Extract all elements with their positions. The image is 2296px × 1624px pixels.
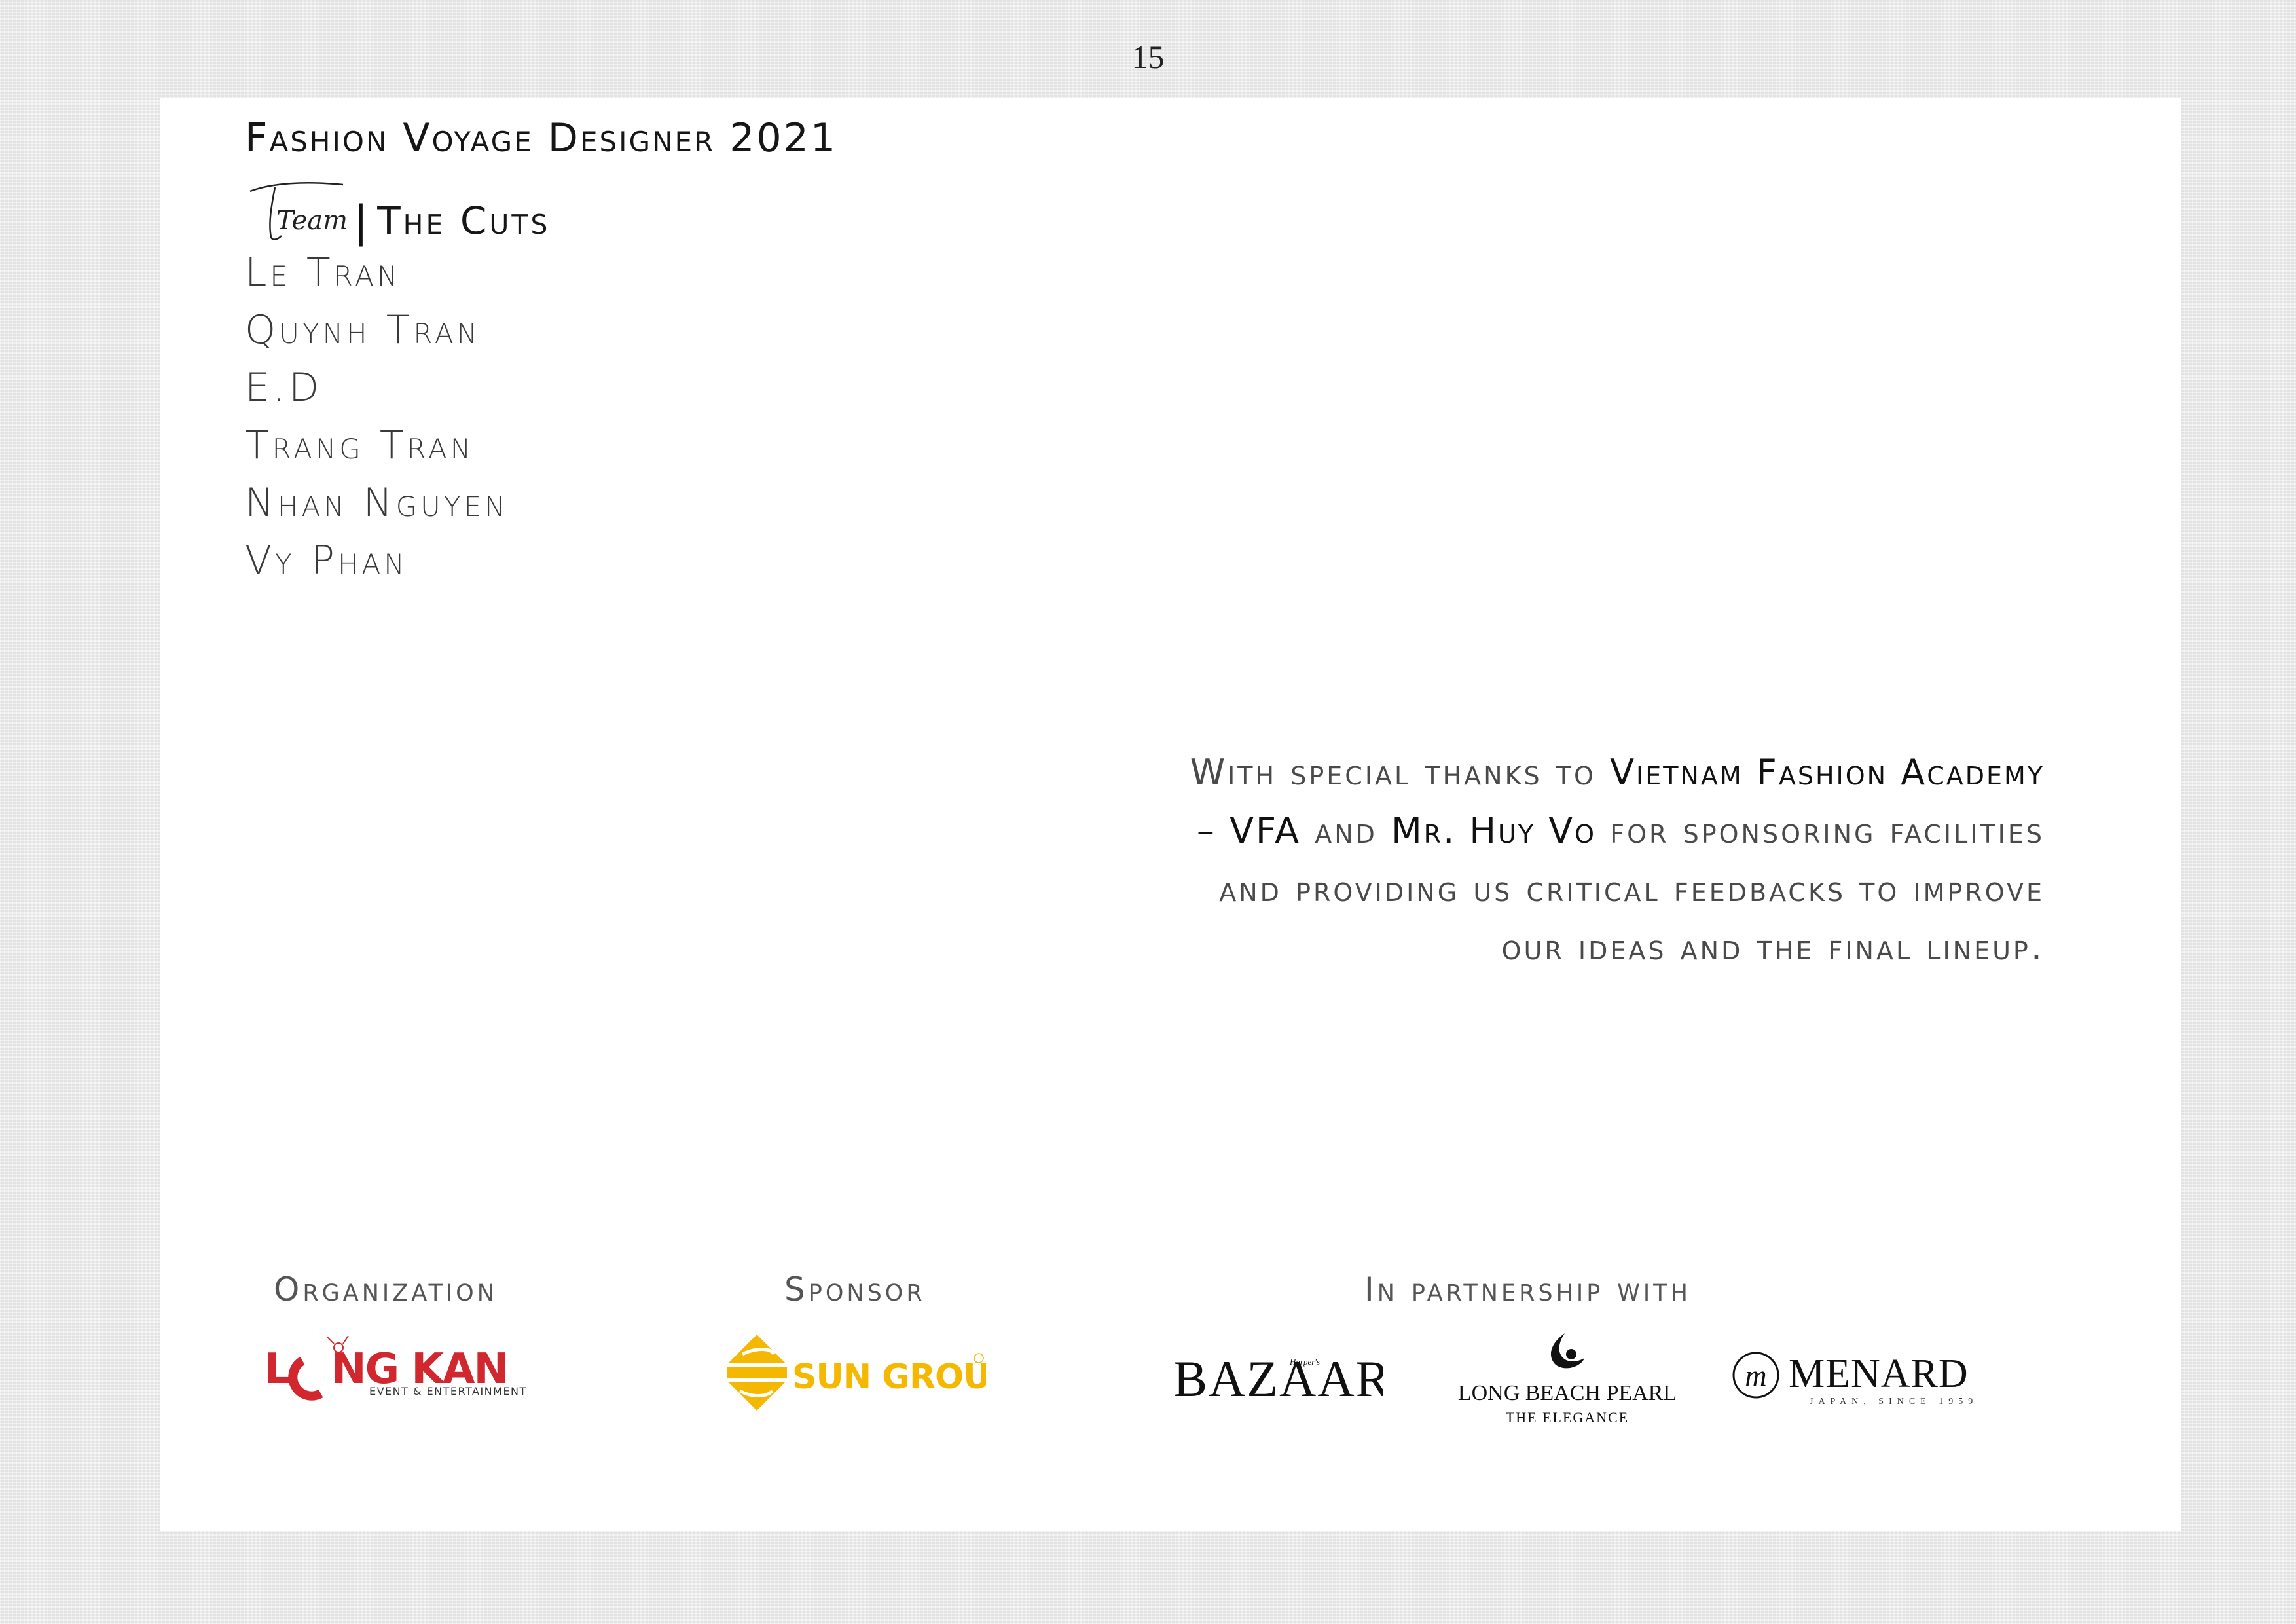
organization-label: Organization (274, 1270, 498, 1308)
menard-sub-text: JAPAN, SINCE 1959 (1810, 1397, 1978, 1407)
page-title: Fashion Voyage Designer 2021 (245, 115, 838, 161)
member-item: Vy Phan (245, 538, 408, 583)
thanks-line-4: our ideas and the final lineup. (1501, 927, 2045, 968)
sungroup-logo: SUN GROUP (727, 1335, 986, 1411)
menard-name-text: MENARD (1789, 1352, 1969, 1396)
team-divider: | (354, 196, 369, 247)
member-item: Quynh Tran (245, 307, 481, 353)
thanks-organization-abbr: – VFA (1196, 810, 1302, 851)
longkan-logo: L NG KAN EVENT & ENTERTAINMENT (264, 1335, 526, 1401)
page-number: 15 (1131, 39, 1165, 75)
member-list: Le Tran Quynh Tran E.D Trang Tran Nhan N… (245, 244, 508, 589)
longkan-sub-text: EVENT & ENTERTAINMENT (369, 1385, 526, 1397)
thanks-text: With special thanks to (1190, 752, 1611, 793)
svg-text:L: L (264, 1345, 291, 1393)
thanks-text: for sponsoring facilities (1596, 810, 2045, 851)
member-item: Trang Tran (245, 422, 475, 468)
sungroup-name-text: SUN GROUP (792, 1357, 986, 1397)
bazaar-logo: BAZAAR Harper's (1173, 1350, 1383, 1407)
acknowledgement-paragraph: With special thanks to Vietnam Fashion A… (932, 743, 2045, 976)
team-heading: Team | The Cuts (245, 165, 550, 244)
thanks-person: Mr. Huy Vo (1391, 810, 1597, 851)
longbeach-pearl-logo: LONG BEACH PEARL THE ELEGANCE (1458, 1333, 1677, 1426)
member-item: Nhan Nguyen (245, 480, 509, 526)
thanks-organization: Vietnam Fashion Academy (1610, 752, 2045, 793)
thanks-line-2: – VFA and Mr. Huy Vo for sponsoring faci… (932, 802, 2045, 860)
thanks-text: and (1301, 810, 1392, 851)
thanks-line-3: and providing us critical feedbacks to i… (1219, 868, 2045, 910)
team-script-text: Team (276, 206, 348, 236)
team-script-label: Team (245, 172, 350, 244)
member-item: Le Tran (245, 249, 401, 295)
longbeach-sub-text: THE ELEGANCE (1506, 1409, 1629, 1426)
content-panel: Fashion Voyage Designer 2021 Team | The … (160, 98, 2181, 1531)
member-item: E.D (245, 365, 323, 411)
longbeach-name-text: LONG BEACH PEARL (1458, 1381, 1677, 1405)
bazaar-small-text: Harper's (1289, 1357, 1320, 1367)
thanks-line-1: With special thanks to Vietnam Fashion A… (932, 743, 2045, 802)
bazaar-name-text: BAZAAR (1173, 1350, 1383, 1407)
menard-mark-text: m (1745, 1359, 1766, 1392)
partnership-label: In partnership with (1364, 1270, 1691, 1308)
menard-logo: m MENARD JAPAN, SINCE 1959 (1732, 1352, 1978, 1407)
sponsor-label: Sponsor (784, 1270, 926, 1308)
team-name: The Cuts (377, 198, 551, 243)
